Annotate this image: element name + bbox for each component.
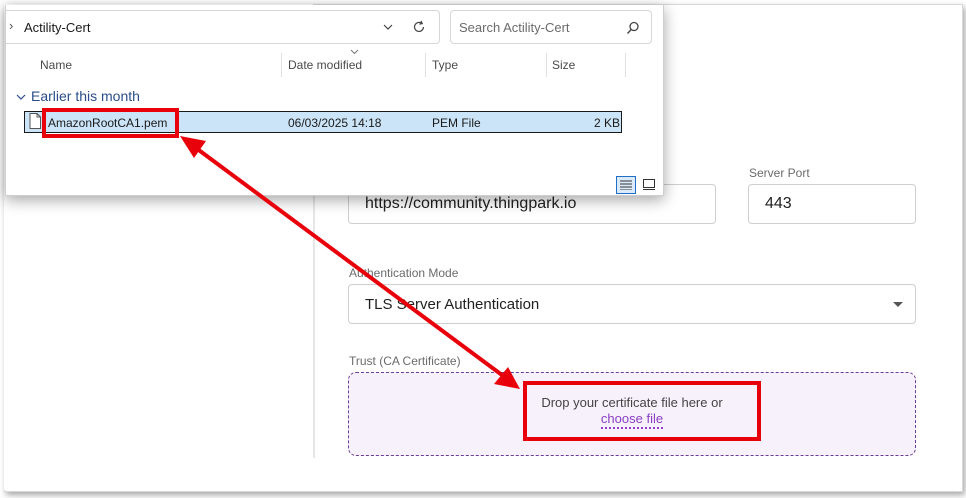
double-arrow-annotation (180, 136, 520, 389)
